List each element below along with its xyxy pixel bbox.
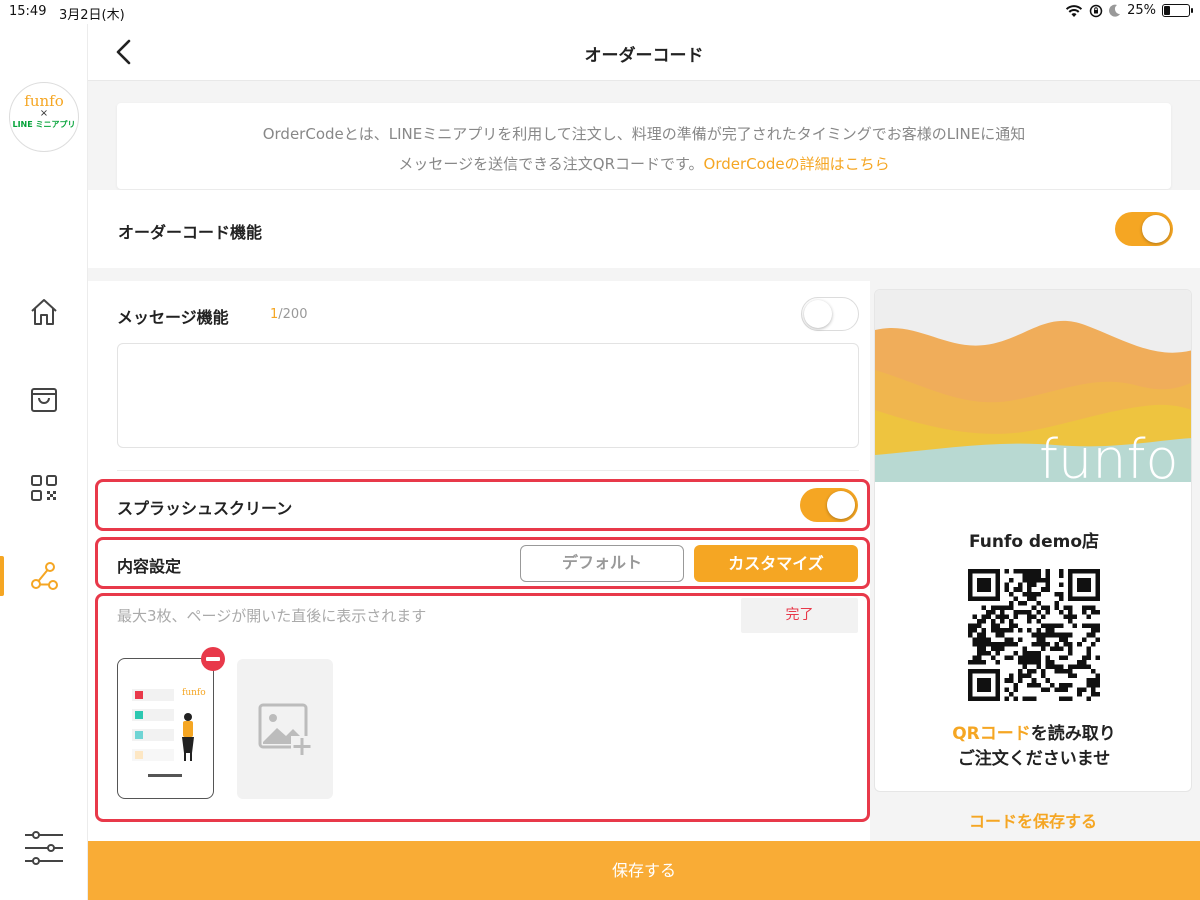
- preview-banner: funfo: [875, 290, 1191, 482]
- wifi-icon: [1065, 4, 1083, 17]
- qr-caption: QRコードを読み取り ご注文くださいませ: [875, 722, 1191, 772]
- message-feature-toggle[interactable]: [801, 297, 859, 331]
- logo-line2: ×: [39, 108, 49, 119]
- toggle-knob: [1142, 215, 1170, 243]
- message-count-max: /200: [278, 307, 308, 322]
- battery-icon: [1162, 4, 1193, 17]
- info-card: OrderCodeとは、LINEミニアプリを利用して注文し、料理の準備が完了され…: [117, 103, 1171, 189]
- share-nodes-icon: [31, 562, 58, 590]
- header: オーダーコード: [88, 24, 1200, 81]
- info-line2-wrap: メッセージを送信できる注文QRコードです。OrderCodeの詳細はこちら: [117, 149, 1171, 179]
- sidebar-item-qr[interactable]: [26, 470, 62, 506]
- logo-line1: funfo: [24, 92, 64, 110]
- order-code-feature-label: オーダーコード機能: [118, 223, 263, 242]
- status-time: 15:49: [9, 4, 47, 19]
- battery-percent: 25%: [1127, 3, 1156, 18]
- shop-bag-icon: [31, 388, 57, 412]
- home-icon: [31, 299, 57, 325]
- sidebar-item-settings[interactable]: [24, 830, 64, 866]
- sidebar-item-share[interactable]: [26, 558, 62, 594]
- orientation-lock-icon: [1089, 4, 1103, 17]
- save-code-link[interactable]: コードを保存する: [874, 808, 1192, 832]
- qr-caption-highlight: QRコード: [952, 724, 1031, 744]
- qr-code-image: [968, 569, 1100, 701]
- order-code-feature-row: オーダーコード機能: [88, 190, 1200, 268]
- info-details-link[interactable]: OrderCodeの詳細はこちら: [704, 155, 890, 173]
- message-textarea[interactable]: [117, 343, 859, 448]
- page-title: オーダーコード: [584, 46, 704, 66]
- info-line1: OrderCodeとは、LINEミニアプリを利用して注文し、料理の準備が完了され…: [262, 125, 1026, 143]
- qr-caption-rest: を読み取り: [1030, 724, 1116, 744]
- order-code-feature-toggle[interactable]: [1115, 212, 1173, 246]
- save-button[interactable]: 保存する: [88, 841, 1200, 900]
- qr-caption-line2: ご注文くださいませ: [957, 749, 1111, 769]
- status-bar: 15:49 3月2日(木) 25%: [0, 0, 1200, 24]
- sidebar-active-indicator: [0, 556, 4, 596]
- sidebar-item-shop[interactable]: [26, 382, 62, 418]
- divider: [117, 470, 859, 471]
- highlight-box-2: [95, 537, 870, 589]
- highlight-box-1: [95, 479, 870, 531]
- status-date: 3月2日(木): [59, 8, 125, 23]
- message-char-count: 1/200: [270, 307, 307, 322]
- toggle-knob: [804, 300, 832, 328]
- moon-icon: [1109, 4, 1121, 17]
- banner-logo-text: funfo: [1039, 428, 1179, 482]
- logo-line3: LINE ミニアプリ: [12, 120, 76, 129]
- info-line2: メッセージを送信できる注文QRコードです。: [398, 155, 704, 173]
- store-name: Funfo demo店: [968, 532, 1100, 552]
- preview-card: funfo Funfo demo店 QRコードを読み取り ご注文くださいませ: [874, 289, 1192, 792]
- message-feature-label: メッセージ機能: [117, 308, 229, 327]
- highlight-box-3: [95, 593, 870, 822]
- sliders-icon: [25, 831, 63, 865]
- sidebar-item-home[interactable]: [26, 294, 62, 330]
- qr-code-icon: [31, 475, 57, 501]
- sidebar: funfo × LINE ミニアプリ: [0, 24, 88, 900]
- funfo-line-logo: funfo × LINE ミニアプリ: [9, 82, 79, 152]
